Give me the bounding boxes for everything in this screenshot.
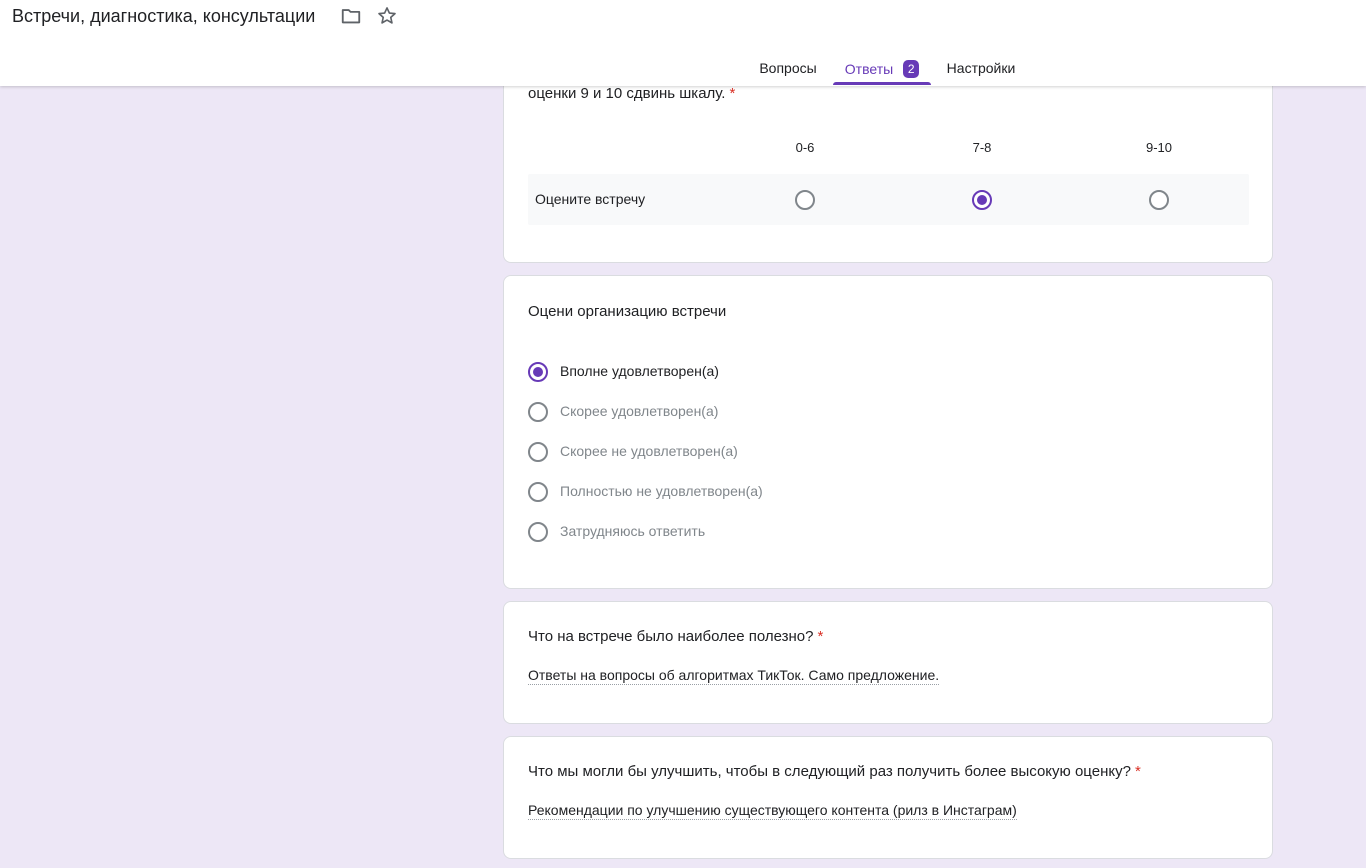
answer-text: Ответы на вопросы об алгоритмах ТикТок. … (528, 667, 940, 685)
question-title: оценки 9 и 10 сдвинь шкалу. * (528, 85, 735, 102)
option-radio-2[interactable] (528, 402, 548, 422)
question-title-text: Что мы могли бы улучшить, чтобы в следую… (528, 763, 1131, 780)
required-asterisk: * (729, 85, 736, 102)
question-title: Что мы могли бы улучшить, чтобы в следую… (528, 763, 1141, 780)
grid-row-label: Оцените встречу (535, 191, 646, 207)
grid-column-header: 7-8 (972, 140, 992, 155)
required-asterisk: * (817, 628, 824, 645)
tab-settings[interactable]: Настройки (935, 48, 1027, 86)
grid-question-card: оценки 9 и 10 сдвинь шкалу. * 0-6 7-8 9-1… (503, 60, 1273, 263)
option-label: Скорее удовлетворен(а) (560, 403, 719, 419)
tab-questions[interactable]: Вопросы (748, 48, 828, 86)
option-radio-4[interactable] (528, 482, 548, 502)
tab-label: Настройки (946, 60, 1016, 76)
grid-column-header: 9-10 (1145, 140, 1173, 155)
question-title-text: оценки 9 и 10 сдвинь шкалу. (528, 85, 726, 102)
active-tab-indicator (833, 82, 931, 85)
question-title-text: Что на встрече было наиболее полезно? (528, 628, 814, 645)
grid-radio-0-6[interactable] (795, 190, 815, 210)
tab-label: Вопросы (759, 60, 817, 76)
grid-column-header: 0-6 (795, 140, 815, 155)
option-label: Полностью не удовлетворен(а) (560, 483, 763, 499)
useful-question-card: Что на встрече было наиболее полезно? * О… (503, 601, 1273, 724)
organization-question-card: Оцени организацию встречи Вполне удовлет… (503, 275, 1273, 589)
option-radio-3[interactable] (528, 442, 548, 462)
tab-bar: Вопросы Ответы 2 Настройки (0, 48, 1366, 86)
grid-radio-9-10[interactable] (1149, 190, 1169, 210)
tab-responses[interactable]: Ответы 2 (833, 48, 931, 86)
option-label: Скорее не удовлетворен(а) (560, 443, 738, 459)
question-title: Оцени организацию встречи (528, 303, 727, 320)
improve-question-card: Что мы могли бы улучшить, чтобы в следую… (503, 736, 1273, 859)
option-label: Вполне удовлетворен(а) (560, 363, 719, 379)
option-radio-5[interactable] (528, 522, 548, 542)
document-title[interactable]: Встречи, диагностика, консультации (12, 6, 315, 27)
header-bar: Встречи, диагностика, консультации Вопро… (0, 0, 1366, 86)
answer-text: Рекомендации по улучшению существующего … (528, 802, 1017, 820)
question-title: Что на встрече было наиболее полезно? * (528, 628, 823, 645)
folder-icon[interactable] (340, 5, 362, 27)
required-asterisk: * (1134, 763, 1141, 780)
star-icon[interactable] (376, 5, 398, 27)
option-label: Затрудняюсь ответить (560, 523, 706, 539)
grid-radio-7-8[interactable] (972, 190, 992, 210)
option-radio-1[interactable] (528, 362, 548, 382)
tab-label: Ответы (844, 61, 894, 77)
responses-count-badge: 2 (903, 60, 920, 78)
